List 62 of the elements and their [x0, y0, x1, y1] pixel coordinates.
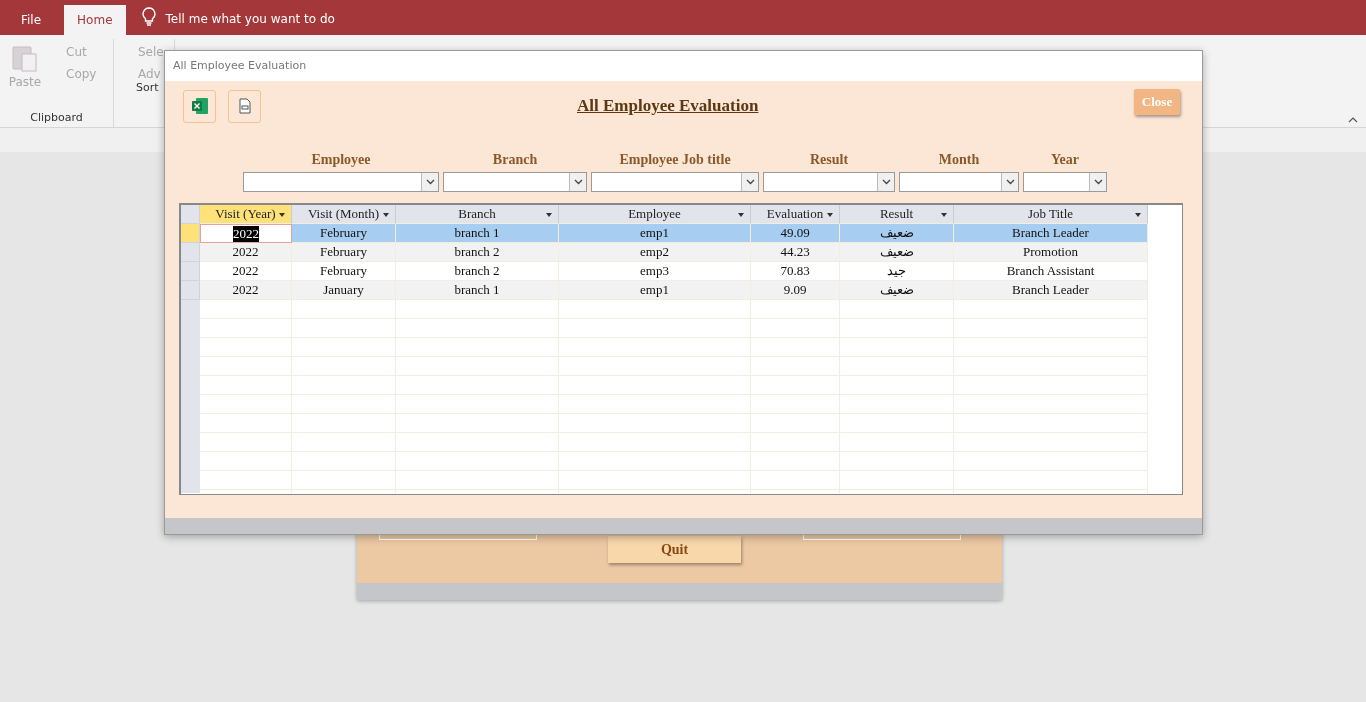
dialog-title: All Employee Evaluation [165, 51, 1202, 81]
table-cell: 49.09 [751, 224, 840, 243]
table-cell: February [292, 224, 396, 243]
table-cell: 2022 [200, 243, 292, 262]
column-header[interactable]: Employee [559, 205, 751, 224]
collapse-ribbon-icon[interactable] [1348, 117, 1358, 123]
sort-arrow-icon[interactable] [546, 213, 552, 217]
ribbon-tab[interactable]: File [8, 5, 55, 35]
table-cell: ضعيف [840, 224, 954, 243]
column-header[interactable]: Result [840, 205, 954, 224]
document-icon [237, 98, 252, 114]
quit-button[interactable]: Quit [608, 536, 741, 563]
sort-arrow-icon[interactable] [383, 213, 389, 217]
table-cell: ضعيف [840, 243, 954, 262]
filter-label: Employee [311, 152, 371, 168]
filter-dropdown[interactable] [591, 172, 759, 192]
filter-label: Employee Job title [619, 152, 731, 168]
clipboard-icon [10, 43, 40, 73]
table-cell: February [292, 243, 396, 262]
print-preview-button[interactable] [228, 89, 261, 123]
column-header[interactable]: Visit (Month) [292, 205, 396, 224]
table-cell: 2022 [200, 224, 292, 243]
table-cell: branch 1 [396, 224, 559, 243]
group-label: Clipboard [29, 111, 84, 126]
lightbulb-icon [141, 7, 156, 27]
filter-dropdown[interactable] [443, 172, 587, 192]
table-cell: emp2 [559, 243, 751, 262]
export-excel-button[interactable] [183, 89, 216, 123]
table-cell: January [292, 281, 396, 300]
sort-arrow-icon[interactable] [738, 213, 744, 217]
table-cell: Promotion [954, 243, 1148, 262]
table-cell: emp1 [559, 281, 751, 300]
form-heading: All Employee Evaluation [577, 96, 759, 116]
table-cell: ضعيف [840, 281, 954, 300]
table-cell: 9.09 [751, 281, 840, 300]
spreadsheet-icon [190, 97, 209, 115]
sort-arrow-icon[interactable] [1135, 213, 1141, 217]
sort-arrow-icon[interactable] [827, 213, 833, 217]
sort-arrow-icon[interactable] [279, 213, 285, 217]
column-header[interactable]: Visit (Year) [200, 205, 292, 224]
filter-label: Branch [492, 152, 538, 168]
filter-dropdown[interactable] [899, 172, 1019, 192]
filter-label: Result [809, 152, 849, 168]
filter-label: Month [938, 152, 980, 168]
table-cell: 44.23 [751, 243, 840, 262]
column-header[interactable]: Job Title [954, 205, 1148, 224]
filter-dropdown[interactable] [243, 172, 439, 192]
table-cell: branch 1 [396, 281, 559, 300]
filter-dropdown[interactable] [763, 172, 895, 192]
table-cell: branch 2 [396, 243, 559, 262]
tell-me-search[interactable]: Tell me what you want to do [165, 12, 335, 26]
table-cell: Branch Leader [954, 281, 1148, 300]
table-cell: 2022 [200, 281, 292, 300]
column-header[interactable]: Branch [396, 205, 559, 224]
table-cell: emp1 [559, 224, 751, 243]
sort-arrow-icon[interactable] [941, 213, 947, 217]
ribbon-tab[interactable]: Home [64, 5, 126, 35]
filter-dropdown[interactable] [1023, 172, 1107, 192]
group-label: Sort [135, 81, 160, 96]
filter-label: Year [1051, 152, 1079, 168]
column-header[interactable]: Evaluation [751, 205, 840, 224]
table-cell: Branch Leader [954, 224, 1148, 243]
